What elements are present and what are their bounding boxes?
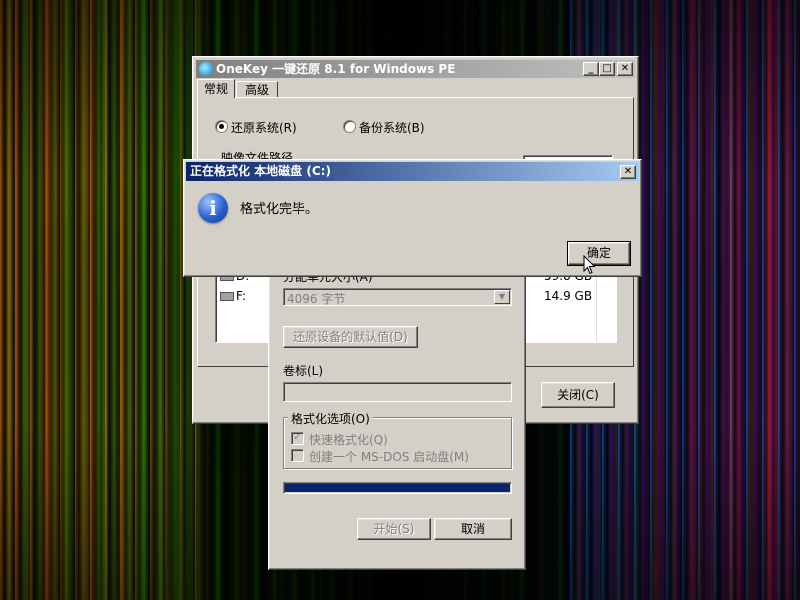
- volume-label-input[interactable]: [283, 382, 512, 402]
- cancel-button[interactable]: 取消: [434, 518, 512, 540]
- format-progress-fill: [285, 484, 510, 492]
- close-main-button-label: 关闭(C): [557, 388, 599, 402]
- quick-format-checkbox[interactable]: ✓: [291, 432, 304, 445]
- msdos-boot-label[interactable]: 创建一个 MS-DOS 启动盘(M): [309, 448, 469, 465]
- main-window-title: OneKey 一键还原 8.1 for Windows PE: [216, 62, 456, 76]
- tab-general-label: 常规: [203, 82, 228, 96]
- message-box-titlebar[interactable]: 正在格式化 本地磁盘 (C:) ✕: [186, 162, 639, 181]
- drive-letter: F:: [236, 289, 247, 303]
- mouse-pointer-icon: [583, 255, 596, 275]
- close-main-button[interactable]: 关闭(C): [541, 382, 615, 408]
- message-text: 格式化完毕。: [240, 202, 319, 217]
- volume-label-label: 卷标(L): [283, 364, 324, 378]
- drive-size: 14.9 GB: [544, 289, 593, 303]
- information-icon: i: [198, 193, 228, 223]
- restore-defaults-label: 还原设备的默认值(D): [293, 330, 408, 344]
- quick-format-label[interactable]: 快速格式化(Q): [309, 431, 388, 448]
- ok-button[interactable]: 确定: [567, 241, 631, 266]
- allocation-unit-value: 4096 字节: [287, 292, 346, 306]
- start-button-label: 开始(S): [373, 522, 415, 536]
- start-button[interactable]: 开始(S): [357, 518, 431, 540]
- tab-general[interactable]: 常规: [197, 79, 235, 98]
- format-dialog: 分配单元大小(A) 4096 字节 ▼ 还原设备的默认值(D) 卷标(L) 格式…: [268, 258, 526, 570]
- restore-defaults-button[interactable]: 还原设备的默认值(D): [283, 326, 418, 348]
- cancel-button-label: 取消: [460, 522, 485, 536]
- restore-radio[interactable]: [215, 120, 228, 133]
- message-box-close-button[interactable]: ✕: [620, 165, 636, 179]
- main-window-titlebar[interactable]: OneKey 一键还原 8.1 for Windows PE _ □ ✕: [196, 60, 635, 78]
- restore-radio-label[interactable]: 还原系统(R): [231, 119, 297, 136]
- tab-advanced-label: 高级: [244, 83, 269, 97]
- drive-icon: [220, 292, 234, 301]
- msdos-boot-checkbox[interactable]: [291, 449, 304, 462]
- tab-advanced[interactable]: 高级: [236, 81, 278, 98]
- maximize-button[interactable]: □: [599, 62, 615, 76]
- allocation-unit-combo[interactable]: 4096 字节 ▼: [283, 288, 512, 306]
- onekey-icon: [199, 62, 213, 76]
- close-button[interactable]: ✕: [617, 62, 633, 76]
- backup-radio[interactable]: [343, 120, 356, 133]
- close-icon: ✕: [623, 166, 633, 177]
- chevron-down-icon[interactable]: ▼: [494, 290, 510, 304]
- format-options-label: 格式化选项(O): [288, 410, 373, 427]
- message-box-title: 正在格式化 本地磁盘 (C:): [190, 164, 331, 178]
- backup-radio-label[interactable]: 备份系统(B): [359, 119, 425, 136]
- message-box: 正在格式化 本地磁盘 (C:) ✕ i 格式化完毕。 确定: [183, 159, 642, 277]
- format-progress-bar: [283, 482, 512, 494]
- minimize-button[interactable]: _: [583, 62, 599, 76]
